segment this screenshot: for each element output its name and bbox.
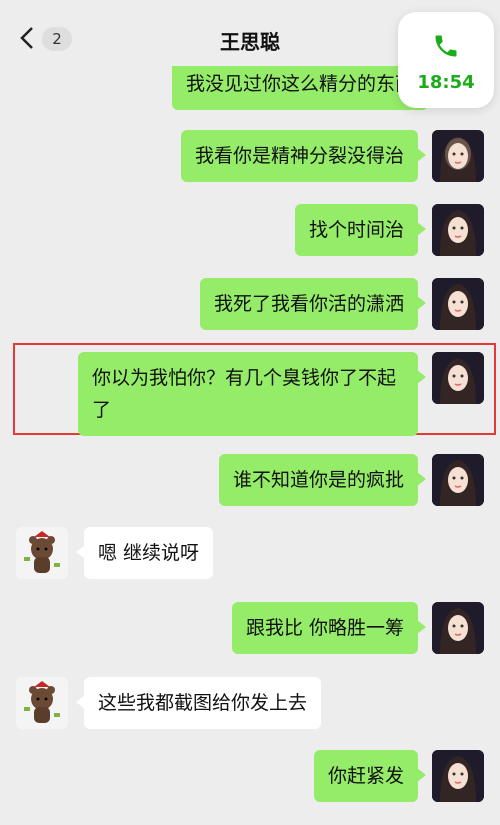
bear-avatar-image [16, 677, 68, 729]
call-widget[interactable]: 18:54 [398, 12, 494, 108]
own-avatar[interactable] [432, 602, 484, 654]
avatar-image [432, 130, 484, 182]
message-bubble[interactable]: 你赶紧发 [313, 750, 427, 802]
message-bubble[interactable]: 谁不知道你是的疯批 [218, 454, 427, 506]
own-avatar[interactable] [432, 130, 484, 182]
avatar-image [432, 602, 484, 654]
message-bubble[interactable]: 找个时间治 [294, 204, 427, 256]
message-bubble[interactable]: 你以为我怕你？有几个臭钱你了不起了 [78, 352, 426, 436]
avatar-image [432, 750, 484, 802]
avatar-image [432, 278, 484, 330]
contact-avatar[interactable] [16, 677, 68, 729]
own-avatar[interactable] [432, 352, 484, 404]
own-avatar[interactable] [432, 454, 484, 506]
avatar-image [432, 204, 484, 256]
message-bubble[interactable]: 我死了我看你活的潇洒 [199, 278, 427, 330]
message-bubble[interactable]: 跟我比 你略胜一筹 [231, 602, 427, 654]
own-avatar[interactable] [432, 204, 484, 256]
call-duration: 18:54 [417, 72, 475, 93]
phone-icon [435, 35, 457, 57]
message-bubble[interactable]: 嗯 继续说呀 [75, 527, 214, 579]
own-avatar[interactable] [432, 750, 484, 802]
bear-avatar-image [16, 527, 68, 579]
avatar-image [432, 454, 484, 506]
own-avatar[interactable] [432, 278, 484, 330]
avatar-image [432, 352, 484, 404]
message-bubble[interactable]: 这些我都截图给你发上去 [75, 677, 322, 729]
contact-avatar[interactable] [16, 527, 68, 579]
message-bubble[interactable]: 我看你是精神分裂没得治 [180, 130, 427, 182]
